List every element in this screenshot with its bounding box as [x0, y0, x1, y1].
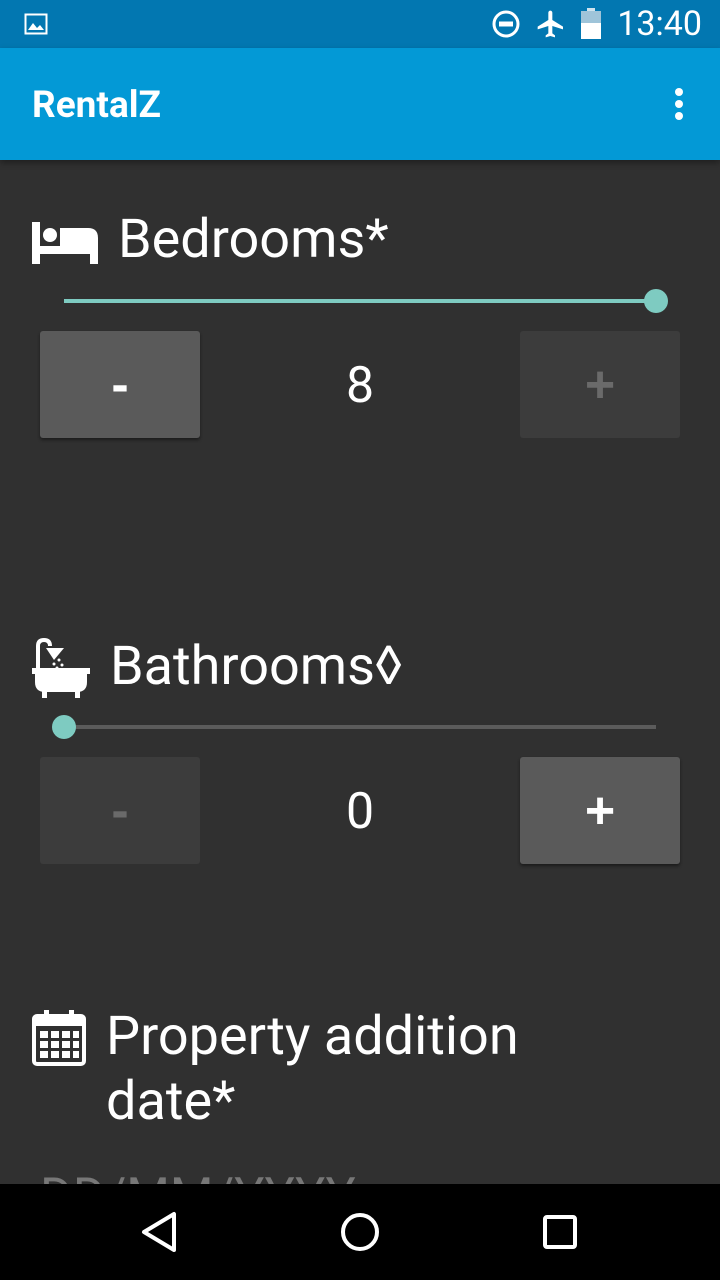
slider-thumb[interactable]: [52, 715, 76, 739]
bedrooms-increment-button[interactable]: +: [520, 331, 680, 438]
more-vert-icon[interactable]: [664, 88, 694, 120]
do-not-disturb-icon: [491, 9, 521, 43]
status-bar: 13:40: [0, 0, 720, 48]
status-time: 13:40: [617, 4, 702, 44]
bathrooms-label: Bathrooms◊: [110, 635, 403, 698]
navigation-bar: [0, 1184, 720, 1280]
back-icon[interactable]: [134, 1206, 186, 1258]
bathrooms-value: 0: [345, 783, 375, 841]
bathrooms-slider[interactable]: [52, 707, 656, 747]
slider-track: [64, 725, 656, 729]
image-icon: [24, 12, 48, 40]
recents-icon[interactable]: [534, 1206, 586, 1258]
app-bar: RentalZ: [0, 48, 720, 160]
slider-fill: [64, 299, 656, 303]
calendar-icon: [32, 1010, 86, 1070]
bathtub-icon: [32, 637, 92, 702]
bed-icon: [32, 222, 98, 268]
airplane-mode-icon: [535, 8, 567, 44]
property-date-label: Property addition: [106, 1005, 519, 1068]
bedrooms-value: 8: [345, 357, 375, 415]
home-icon[interactable]: [334, 1206, 386, 1258]
property-date-label-continued: date*: [106, 1070, 236, 1133]
battery-icon: [580, 8, 602, 44]
bathrooms-decrement-button[interactable]: -: [40, 757, 200, 864]
slider-thumb[interactable]: [644, 289, 668, 313]
bedrooms-label: Bedrooms*: [118, 208, 389, 271]
bedrooms-decrement-button[interactable]: -: [40, 331, 200, 438]
bedrooms-slider[interactable]: [64, 281, 668, 321]
bathrooms-increment-button[interactable]: +: [520, 757, 680, 864]
app-title: RentalZ: [32, 84, 161, 127]
